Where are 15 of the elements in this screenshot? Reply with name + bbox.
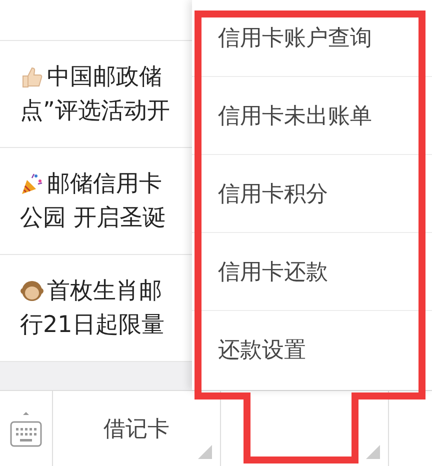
article-title-line: 中国邮政储 — [47, 63, 162, 92]
article-title-line: 点”评选活动开 — [20, 97, 170, 126]
article-title-line: 行21日起限量 — [20, 311, 164, 340]
menu-item[interactable]: 信用卡积分 — [192, 155, 432, 233]
monkey-icon — [20, 279, 44, 303]
article-title-line: 首枚生肖邮 — [47, 277, 162, 306]
thumbs-up-icon — [20, 65, 44, 89]
article-title-line: 邮储信用卡 — [47, 170, 162, 199]
party-popper-icon — [20, 172, 44, 196]
menu-item[interactable]: 信用卡账户查询 — [192, 0, 432, 77]
menu-item[interactable]: 信用卡未出账单 — [192, 77, 432, 155]
keyboard-icon[interactable] — [9, 409, 43, 449]
menu-item[interactable]: 还款设置 — [192, 311, 432, 389]
menu-item[interactable]: 信用卡还款 — [192, 233, 432, 311]
article-title-line: 公园 开启圣诞 — [20, 204, 166, 233]
